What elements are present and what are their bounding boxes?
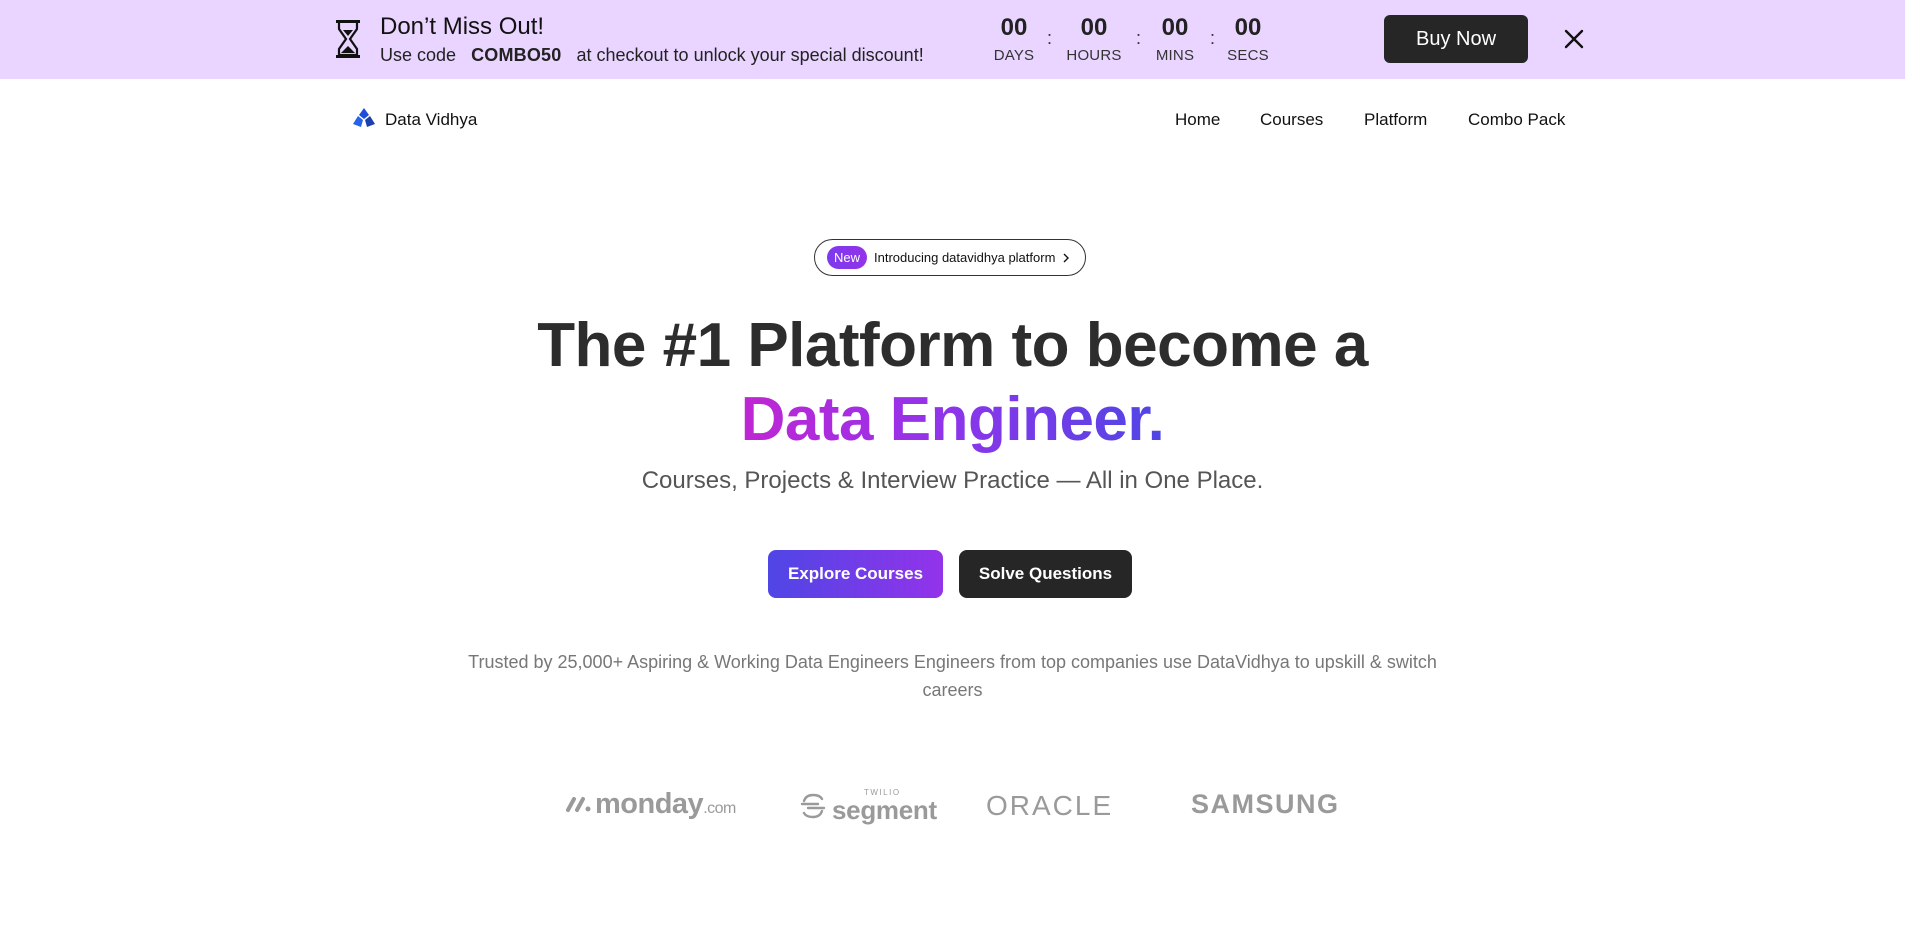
countdown-days: 00 DAYS [979, 14, 1049, 64]
trusted-by-text: Trusted by 25,000+ Aspiring & Working Da… [468, 652, 1437, 700]
hero-title-highlight: Data Engineer. [740, 385, 1165, 454]
segment-logo-text: segment [832, 795, 937, 825]
announcement-pill[interactable]: New Introducing datavidhya platform [814, 239, 1086, 276]
promo-code: COMBO50 [471, 45, 562, 65]
monday-mark-icon [566, 797, 591, 812]
chevron-right-icon [1063, 253, 1070, 262]
nav-link-home[interactable]: Home [1175, 110, 1220, 130]
monday-logo: monday .com [566, 788, 736, 821]
countdown-value: 00 [1000, 14, 1028, 41]
samsung-logo: SAMSUNG [1191, 789, 1340, 819]
countdown-separator: : [1047, 28, 1053, 48]
countdown-hours: 00 HOURS [1059, 14, 1129, 64]
segment-mark-icon [800, 793, 826, 819]
countdown-unit: MINS [1155, 47, 1195, 64]
brand-name[interactable]: Data Vidhya [385, 110, 477, 130]
promo-title: Don’t Miss Out! [380, 13, 545, 40]
hourglass-icon [336, 20, 360, 58]
new-badge: New [827, 246, 868, 269]
hero-subtitle: Courses, Projects & Interview Practice —… [641, 467, 1264, 494]
nav-link-platform[interactable]: Platform [1364, 110, 1427, 130]
segment-logo: TWILIO segment [800, 789, 937, 823]
hero-title-line2: Data Engineer. [0, 384, 1905, 455]
countdown-unit: SECS [1227, 47, 1269, 64]
announcement-text: Introducing datavidhya platform [874, 250, 1056, 265]
countdown-value: 00 [1234, 14, 1262, 41]
oracle-logo: ORACLE [986, 790, 1114, 821]
close-icon[interactable] [1560, 25, 1588, 53]
explore-courses-button[interactable]: Explore Courses [768, 550, 943, 598]
promo-message-suffix: at checkout to unlock your special disco… [576, 45, 924, 65]
countdown-value: 00 [1080, 14, 1108, 41]
solve-questions-button[interactable]: Solve Questions [959, 550, 1132, 598]
countdown-unit: DAYS [993, 47, 1035, 64]
buy-now-button[interactable]: Buy Now [1384, 15, 1528, 63]
monday-logo-suffix: .com [703, 800, 736, 817]
hero-title-line1: The #1 Platform to become a [537, 311, 1368, 380]
brand-logo-icon[interactable] [351, 107, 377, 129]
nav-link-courses[interactable]: Courses [1260, 110, 1323, 130]
countdown-value: 00 [1161, 14, 1189, 41]
nav-link-combo-pack[interactable]: Combo Pack [1468, 110, 1565, 130]
monday-logo-text: monday [595, 788, 704, 820]
promo-banner: Don’t Miss Out! Use code COMBO50 at chec… [0, 0, 1905, 79]
promo-message: Use code COMBO50 at checkout to unlock y… [380, 45, 924, 66]
countdown-secs: 00 SECS [1213, 14, 1283, 64]
countdown-unit: HOURS [1066, 47, 1122, 64]
countdown-mins: 00 MINS [1140, 14, 1210, 64]
promo-message-prefix: Use code [380, 45, 457, 65]
